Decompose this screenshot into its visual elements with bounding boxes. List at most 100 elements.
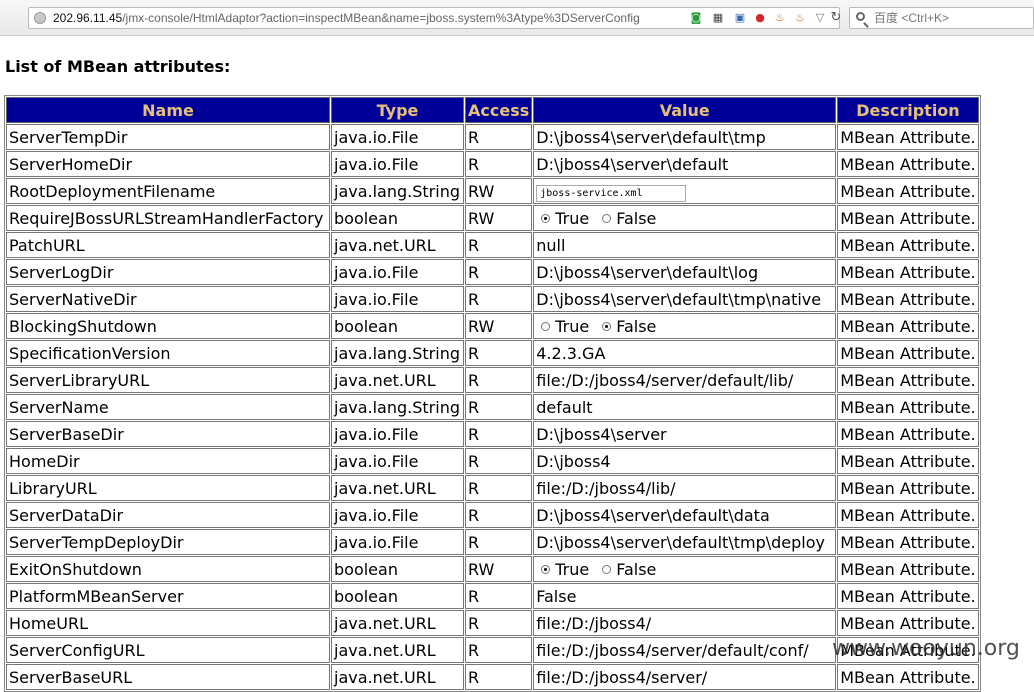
attribute-value — [533, 178, 837, 204]
table-row: HomeDir java.io.File R D:\jboss4 MBean Attri… — [6, 448, 979, 474]
attribute-access: R — [465, 394, 533, 420]
attribute-name: HomeDir — [6, 448, 330, 474]
search-bar[interactable]: 百度 <Ctrl+K> — [849, 7, 1034, 29]
attribute-value: default — [533, 394, 837, 420]
watermark: www.wooyun.org — [832, 636, 1020, 661]
attribute-type: java.io.File — [331, 151, 464, 177]
attribute-access: R — [465, 124, 533, 150]
attribute-value: D:\jboss4\server\default\tmp — [533, 124, 837, 150]
attribute-name: RequireJBossURLStreamHandlerFactory — [6, 205, 330, 231]
attribute-value: D:\jboss4\server\default\log — [533, 259, 837, 285]
attribute-name: ServerHomeDir — [6, 151, 330, 177]
attribute-type: java.io.File — [331, 124, 464, 150]
radio-button[interactable] — [541, 214, 551, 223]
attribute-access: R — [465, 529, 533, 555]
attribute-value: D:\jboss4\server\default — [533, 151, 837, 177]
attribute-value-input[interactable] — [536, 184, 687, 202]
radio-button[interactable] — [541, 565, 551, 574]
radio-button[interactable] — [541, 322, 551, 331]
radio-label: False — [616, 209, 657, 228]
search-input[interactable]: 百度 <Ctrl+K> — [874, 10, 949, 26]
radio-button[interactable] — [602, 322, 612, 331]
attribute-name: ServerBaseURL — [6, 664, 330, 690]
attribute-type: boolean — [331, 205, 464, 231]
attribute-type: java.net.URL — [331, 367, 464, 393]
attribute-description: MBean Attribute. — [837, 259, 979, 285]
radio-option-false[interactable]: False — [597, 317, 656, 336]
attribute-type: java.io.File — [331, 529, 464, 555]
attribute-description: MBean Attribute. — [837, 232, 979, 258]
radio-option-false[interactable]: False — [597, 209, 656, 228]
attribute-type: java.lang.String — [331, 394, 464, 420]
attribute-description: MBean Attribute. — [837, 556, 979, 582]
attribute-access: R — [465, 610, 533, 636]
browser-toolbar: 202.96.11.45/jmx-console/HtmlAdaptor?act… — [0, 0, 1034, 36]
attribute-type: java.lang.String — [331, 340, 464, 366]
attribute-value: null — [533, 232, 837, 258]
attribute-access: R — [465, 502, 533, 528]
attribute-value: D:\jboss4\server\default\tmp\native — [533, 286, 837, 312]
attribute-access: R — [465, 637, 533, 663]
attribute-name: LibraryURL — [6, 475, 330, 501]
table-row: LibraryURL java.net.URL Rfile:/D:/jboss4/l… — [6, 475, 979, 501]
reload-icon[interactable]: ↻ — [829, 11, 843, 25]
attribute-value: file:/D:/jboss4/server/default/conf/ — [533, 637, 837, 663]
table-row: RequireJBossURLStreamHandlerFactory boole… — [6, 205, 979, 231]
attribute-access: R — [465, 151, 533, 177]
table-row: ExitOnShutdown boolean RW True False MBean At… — [6, 556, 979, 582]
attribute-type: java.net.URL — [331, 232, 464, 258]
attribute-value: True False — [533, 205, 837, 231]
url-path: /jmx-console/HtmlAdaptor?action=inspectM… — [122, 11, 640, 25]
attribute-access: R — [465, 421, 533, 447]
attribute-value: file:/D:/jboss4/server/default/lib/ — [533, 367, 837, 393]
attribute-name: ServerConfigURL — [6, 637, 330, 663]
url-text[interactable]: 202.96.11.45/jmx-console/HtmlAdaptor?act… — [53, 10, 640, 26]
attribute-type: java.io.File — [331, 421, 464, 447]
radio-option-true[interactable]: True — [536, 560, 589, 579]
java-icon-2[interactable]: ♨ — [793, 11, 807, 25]
address-bar[interactable]: 202.96.11.45/jmx-console/HtmlAdaptor?act… — [28, 7, 843, 29]
attribute-value: 4.2.3.GA — [533, 340, 837, 366]
radio-option-false[interactable]: False — [597, 560, 656, 579]
radio-option-true[interactable]: True — [536, 209, 589, 228]
attribute-description: MBean Attribute. — [837, 124, 979, 150]
radio-button[interactable] — [602, 565, 612, 574]
attribute-access: R — [465, 448, 533, 474]
attribute-name: PlatformMBeanServer — [6, 583, 330, 609]
attribute-access: R — [465, 232, 533, 258]
attribute-name: RootDeploymentFilename — [6, 178, 330, 204]
java-icon[interactable]: ♨ — [773, 11, 787, 25]
attribute-description: MBean Attribute. — [837, 475, 979, 501]
attribute-value: False — [533, 583, 837, 609]
header-type: Type — [331, 97, 464, 123]
search-icon — [856, 12, 865, 21]
chevron-down-icon[interactable]: ▽ — [813, 11, 827, 25]
attribute-access: R — [465, 340, 533, 366]
attribute-description: MBean Attribute. — [837, 502, 979, 528]
attribute-type: java.net.URL — [331, 637, 464, 663]
attribute-description: MBean Attribute. — [837, 286, 979, 312]
attribute-value: file:/D:/jboss4/lib/ — [533, 475, 837, 501]
attribute-access: RW — [465, 205, 533, 231]
attribute-name: ExitOnShutdown — [6, 556, 330, 582]
translate-icon[interactable]: ▣ — [733, 11, 747, 25]
attribute-description: MBean Attribute. — [837, 529, 979, 555]
header-name: Name — [6, 97, 330, 123]
shield-icon[interactable]: ◙ — [689, 11, 703, 25]
attribute-access: R — [465, 286, 533, 312]
table-row: ServerBaseURL java.net.URL Rfile:/D:/jboss… — [6, 664, 979, 690]
radio-button[interactable] — [602, 214, 612, 223]
table-header-row: Name Type Access Value Description — [6, 97, 979, 123]
qr-code-icon[interactable]: ▦ — [711, 11, 725, 25]
page-title: List of MBean attributes: — [5, 57, 231, 76]
attribute-description: MBean Attribute. — [837, 421, 979, 447]
table-row: ServerTempDeployDir java.io.File R D:\jboss… — [6, 529, 979, 555]
table-row: ServerLibraryURL java.net.URL Rfile:/D:/jb… — [6, 367, 979, 393]
radio-option-true[interactable]: True — [536, 317, 589, 336]
attribute-access: R — [465, 583, 533, 609]
attribute-description: MBean Attribute. — [837, 583, 979, 609]
table-row: PlatformMBeanServer boolean R False MBean At… — [6, 583, 979, 609]
weibo-icon[interactable]: ● — [753, 11, 767, 25]
attribute-name: ServerName — [6, 394, 330, 420]
site-globe-icon — [34, 12, 46, 24]
